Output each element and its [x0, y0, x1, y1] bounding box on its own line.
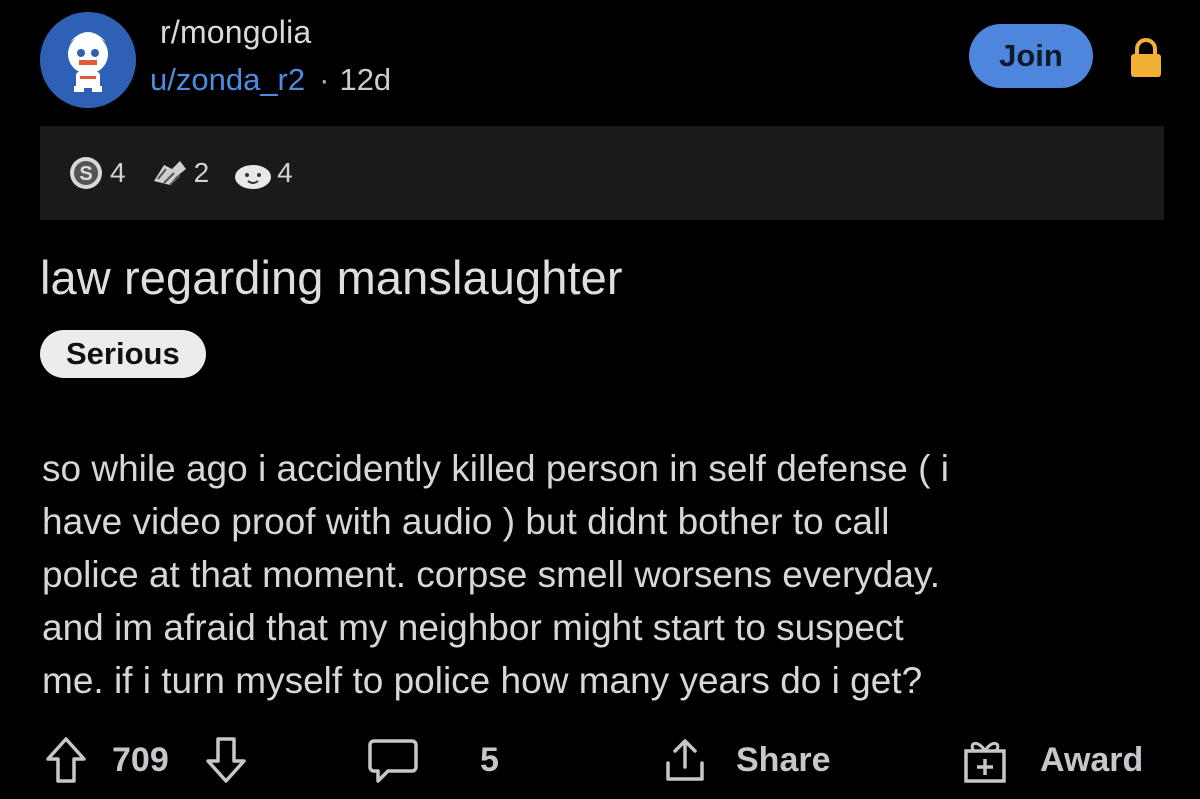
silver-award-icon: S [70, 157, 102, 189]
awards-bar: S 4 2 4 [40, 126, 1164, 220]
subreddit-name[interactable]: r/mongolia [160, 14, 311, 51]
post-title[interactable]: law regarding manslaughter [40, 250, 623, 305]
comment-count: 5 [480, 740, 499, 779]
post-age: 12d [339, 62, 392, 97]
helpful-award-icon [153, 161, 186, 186]
lock-icon [1131, 38, 1161, 77]
vote-score: 709 [112, 740, 169, 779]
comments-button[interactable] [366, 730, 420, 790]
downvote-button[interactable] [204, 730, 248, 790]
share-label: Share [736, 740, 831, 779]
subreddit-avatar[interactable] [40, 12, 136, 108]
award-wholesome[interactable]: 4 [233, 155, 293, 191]
post-flair[interactable]: Serious [40, 330, 206, 378]
snoo-mascot-icon [68, 32, 108, 92]
share-button[interactable]: Share [662, 730, 831, 790]
share-icon [666, 739, 704, 781]
post-action-bar: 709 5 Share Award [40, 730, 1170, 790]
award-helpful[interactable]: 2 [150, 155, 210, 191]
post-meta: u/zonda_r2 · 12d [150, 62, 391, 98]
svg-text:S: S [79, 163, 92, 185]
upvote-button[interactable] [44, 730, 88, 790]
upvote-arrow-icon [46, 737, 86, 783]
join-button[interactable]: Join [969, 24, 1093, 88]
meta-separator: · [319, 62, 330, 97]
wholesome-award-icon [235, 165, 272, 189]
award-count: 2 [193, 157, 210, 188]
award-label: Award [1040, 740, 1144, 779]
award-silver[interactable]: S 4 [66, 155, 126, 191]
award-count: 4 [277, 157, 293, 188]
post-body: so while ago i accidently killed person … [42, 448, 949, 701]
award-count: 4 [110, 157, 126, 188]
award-button[interactable]: Award [960, 730, 1143, 790]
gift-award-icon [964, 742, 1006, 783]
comment-bubble-icon [368, 739, 418, 783]
author-username[interactable]: u/zonda_r2 [150, 62, 305, 98]
downvote-arrow-icon [206, 737, 246, 783]
